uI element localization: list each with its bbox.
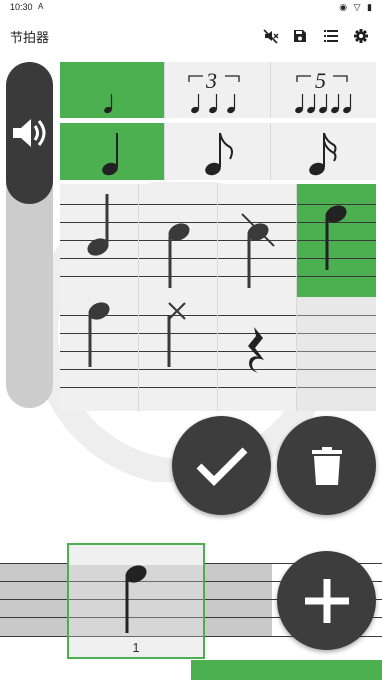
sound-grid (60, 184, 376, 411)
x-note-icon (167, 302, 186, 367)
subdivision-quintuplet[interactable]: 5 (271, 62, 376, 118)
status-bar: 10:30 A ◉ ▽ ▮ (0, 0, 382, 16)
save-icon (294, 30, 306, 42)
crossed-note-icon (241, 213, 275, 288)
rest-icon (248, 327, 264, 373)
beat-number-label: 1 (132, 639, 140, 655)
triplet-icon: 3 (188, 68, 240, 114)
volume-thumb[interactable] (6, 62, 53, 204)
sound-cell-high-plain[interactable] (60, 297, 139, 411)
notification-icon: A (38, 2, 44, 11)
low-note-icon (87, 194, 109, 256)
trash-icon (311, 446, 342, 485)
metronome-screen: 10:30 A ◉ ▽ ▮ 节拍器 3 5 1 (0, 0, 382, 680)
sound-cell-ghost[interactable] (139, 297, 218, 411)
gear-icon (354, 29, 368, 43)
note-value-eighth[interactable] (165, 123, 271, 180)
sixteenth-note-icon (309, 132, 337, 176)
high-plain-note-icon (88, 302, 110, 367)
delete-button[interactable] (277, 416, 376, 515)
quintuplet-icon: 5 (295, 68, 352, 114)
save-button[interactable] (289, 25, 311, 47)
sound-cell-empty (297, 297, 376, 411)
list-button[interactable] (320, 25, 342, 47)
system-icons: ◉ ▽ ▮ (339, 2, 374, 12)
sound-cell-rest[interactable] (218, 297, 297, 411)
settings-button[interactable] (350, 25, 372, 47)
check-icon (196, 447, 247, 486)
app-bar: 节拍器 (0, 16, 382, 56)
subdivision-triplet[interactable]: 3 (165, 62, 271, 118)
progress-bar (191, 660, 382, 680)
quarter-note-icon (102, 133, 118, 176)
sound-cell-mid[interactable] (139, 184, 218, 297)
triplet-label: 3 (205, 68, 217, 93)
subdivision-single[interactable] (60, 62, 165, 118)
beat-1[interactable]: 1 (67, 543, 205, 659)
high-note-icon (325, 205, 347, 270)
speaker-icon (12, 119, 45, 147)
sound-cell-mid-accent[interactable] (218, 184, 297, 297)
mid-note-icon (168, 223, 190, 288)
beat-number: 1 (69, 637, 203, 657)
mute-button[interactable] (260, 25, 282, 47)
eighth-note-icon (205, 132, 233, 176)
mute-icon (263, 29, 279, 44)
sound-cell-low[interactable] (60, 184, 139, 297)
add-button[interactable] (277, 551, 376, 650)
app-title: 节拍器 (10, 30, 50, 45)
single-note-icon (104, 94, 113, 114)
note-value-quarter[interactable] (60, 123, 165, 180)
list-icon (324, 30, 338, 42)
quintuplet-label: 5 (315, 68, 326, 93)
confirm-button[interactable] (172, 416, 271, 515)
note-value-sixteenth[interactable] (271, 123, 376, 180)
status-time: 10:30 (10, 2, 33, 12)
sound-cell-high[interactable] (297, 184, 376, 297)
plus-icon (304, 578, 349, 623)
